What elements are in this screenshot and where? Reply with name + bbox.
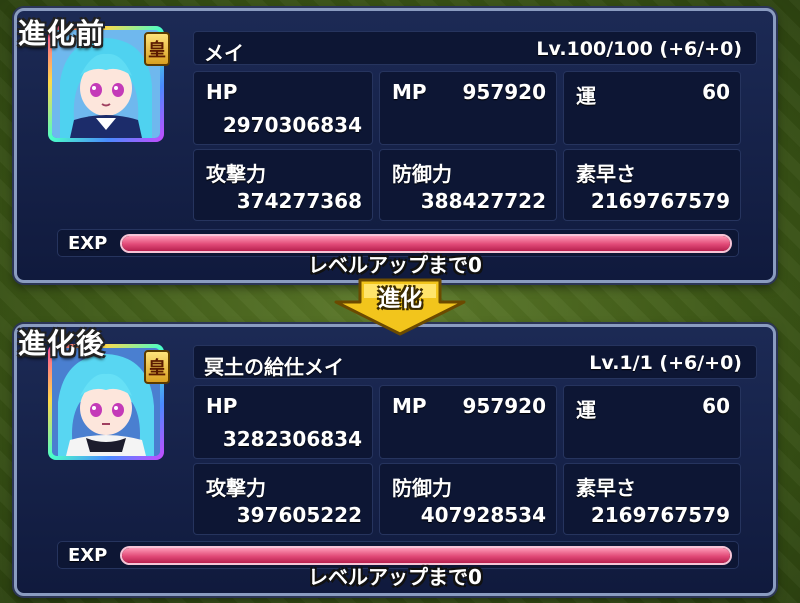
luck-label: 運 [576, 398, 596, 422]
speed-cell: 素早さ 2169767579 [563, 149, 741, 221]
level-up-caption: レベルアップまで0 [308, 253, 482, 277]
hp-label: HP [206, 394, 238, 418]
luck-label: 運 [576, 84, 596, 108]
mp-label: MP [392, 80, 427, 104]
luck-cell: 運 60 [563, 71, 741, 145]
speed-value: 2169767579 [590, 189, 730, 213]
defense-label: 防御力 [392, 476, 452, 500]
hp-cell: HP 2970306834 [193, 71, 373, 145]
attack-label: 攻撃力 [206, 162, 266, 186]
luck-value: 60 [702, 80, 730, 104]
evolve-arrow: 進化 [330, 278, 470, 336]
hp-label: HP [206, 80, 238, 104]
attack-cell: 攻撃力 397605222 [193, 463, 373, 535]
evolve-label: 進化 [377, 287, 422, 312]
speed-label: 素早さ [576, 476, 636, 500]
attack-value: 374277368 [236, 189, 362, 213]
speed-cell: 素早さ 2169767579 [563, 463, 741, 535]
attack-label: 攻撃力 [206, 476, 266, 500]
mp-label: MP [392, 394, 427, 418]
luck-value: 60 [702, 394, 730, 418]
mp-cell: MP 957920 [379, 71, 557, 145]
character-level: Lv.100/100 (+6/+0) [536, 38, 742, 60]
hp-value: 3282306834 [222, 427, 362, 451]
mp-value: 957920 [462, 80, 547, 104]
mp-value: 957920 [462, 394, 547, 418]
defense-label: 防御力 [392, 162, 452, 186]
defense-value: 407928534 [420, 503, 546, 527]
before-evolution-label: 進化前 [18, 17, 106, 50]
mp-cell: MP 957920 [379, 385, 557, 459]
character-name-row: メイ Lv.100/100 (+6/+0) [193, 31, 757, 65]
hp-cell: HP 3282306834 [193, 385, 373, 459]
luck-cell: 運 60 [563, 385, 741, 459]
rank-badge: 皇 [144, 32, 170, 66]
character-name: メイ [204, 41, 244, 65]
speed-value: 2169767579 [590, 503, 730, 527]
defense-cell: 防御力 407928534 [379, 463, 557, 535]
defense-value: 388427722 [420, 189, 546, 213]
character-name: 冥土の給仕メイ [204, 355, 344, 379]
attack-cell: 攻撃力 374277368 [193, 149, 373, 221]
after-evolution-label: 進化後 [18, 327, 106, 360]
hp-value: 2970306834 [222, 113, 362, 137]
attack-value: 397605222 [236, 503, 362, 527]
rank-badge: 皇 [144, 350, 170, 384]
character-name-row: 冥土の給仕メイ Lv.1/1 (+6/+0) [193, 345, 757, 379]
defense-cell: 防御力 388427722 [379, 149, 557, 221]
character-level: Lv.1/1 (+6/+0) [589, 352, 742, 374]
level-up-caption: レベルアップまで0 [308, 565, 482, 589]
speed-label: 素早さ [576, 162, 636, 186]
